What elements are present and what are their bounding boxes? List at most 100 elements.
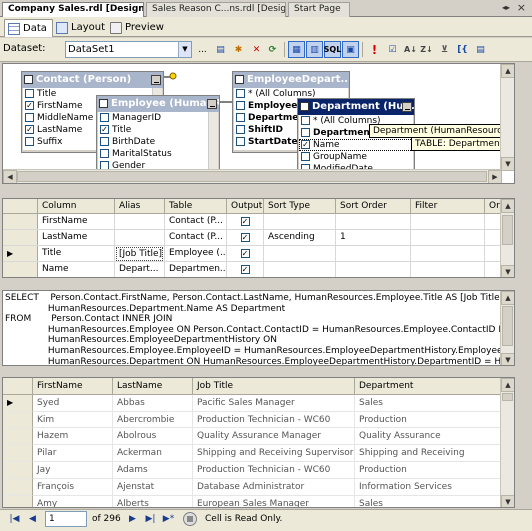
column-name[interactable]: ✓ Name bbox=[299, 139, 413, 151]
scroll-up-icon[interactable]: ▲ bbox=[501, 291, 514, 305]
criteria-cell-sort-type[interactable] bbox=[264, 214, 336, 229]
row-selector[interactable] bbox=[3, 461, 33, 479]
results-vertical-scrollbar[interactable]: ▲ ▼ bbox=[500, 378, 514, 507]
doc-tabs-scroll-icon[interactable]: ◂▸ bbox=[502, 3, 510, 12]
scroll-down-icon[interactable]: ▼ bbox=[501, 353, 514, 365]
criteria-cell-table[interactable]: Employee (... bbox=[165, 246, 227, 261]
results-cell[interactable]: Production Technician - WC60 bbox=[193, 461, 355, 479]
alias-edit-box[interactable]: [Job Title] bbox=[116, 247, 163, 261]
criteria-pane[interactable]: Column Alias Table Output Sort Type Sort… bbox=[2, 198, 515, 278]
checkbox-checked-icon[interactable]: ✓ bbox=[301, 140, 310, 149]
last-record-icon[interactable]: ▶| bbox=[143, 512, 158, 527]
results-cell[interactable]: Abbas bbox=[113, 394, 193, 412]
checkbox-icon[interactable] bbox=[100, 113, 109, 122]
close-document-icon[interactable]: × bbox=[517, 1, 526, 14]
criteria-cell-column[interactable]: Name bbox=[38, 262, 115, 277]
checkbox-icon[interactable] bbox=[100, 149, 109, 158]
run-icon[interactable]: ! bbox=[366, 41, 383, 58]
scroll-left-icon[interactable]: ◀ bbox=[3, 170, 17, 183]
results-cell[interactable]: Production bbox=[355, 411, 501, 429]
diagram-pane[interactable]: Contact (Person) Title ✓ FirstName Middle… bbox=[2, 63, 515, 184]
checkbox-checked-icon[interactable]: ✓ bbox=[240, 217, 250, 226]
criteria-cell-column[interactable]: FirstName bbox=[38, 214, 115, 229]
results-cell[interactable]: Shipping and Receiving Supervisor bbox=[193, 445, 355, 462]
vertical-scroll-thumb[interactable] bbox=[502, 306, 513, 346]
results-cell[interactable]: Shipping and Receiving bbox=[355, 445, 501, 462]
results-header-department[interactable]: Department bbox=[355, 378, 501, 394]
sort-descending-icon[interactable]: Z↓ bbox=[418, 41, 435, 58]
checkbox-checked-icon[interactable]: ✓ bbox=[240, 233, 250, 242]
row-selector[interactable] bbox=[3, 428, 33, 446]
checkbox-icon[interactable] bbox=[301, 152, 310, 161]
column-managerid[interactable]: ManagerID bbox=[98, 112, 218, 124]
criteria-header-column[interactable]: Column bbox=[38, 199, 115, 213]
criteria-row-current[interactable]: ▶ Title [Job Title] Employee (... ✓ bbox=[3, 246, 514, 262]
results-cell[interactable]: Pilar bbox=[33, 445, 113, 462]
group-by-icon[interactable]: [{ bbox=[454, 41, 471, 58]
show-diagram-pane-icon[interactable]: ▦ bbox=[288, 41, 305, 58]
criteria-row[interactable]: FirstName Contact (P... ✓ bbox=[3, 214, 514, 230]
criteria-cell-output[interactable]: ✓ bbox=[227, 214, 264, 229]
show-grid-pane-icon[interactable]: ▥ bbox=[306, 41, 323, 58]
results-row[interactable]: Amy Alberts European Sales Manager Sales bbox=[3, 495, 514, 507]
add-table-icon[interactable]: ▤ bbox=[472, 41, 489, 58]
doc-tab-company-sales[interactable]: Company Sales.rdl [Design]* bbox=[2, 2, 144, 18]
table-department-title[interactable]: Department (Hu... bbox=[298, 99, 414, 115]
row-selector[interactable] bbox=[3, 230, 38, 245]
doc-tab-start-page[interactable]: Start Page bbox=[288, 2, 350, 17]
criteria-cell-filter[interactable] bbox=[411, 214, 485, 229]
column-birthdate[interactable]: BirthDate bbox=[98, 136, 218, 148]
new-record-icon[interactable]: ▶* bbox=[161, 512, 176, 527]
results-cell[interactable]: Sales bbox=[355, 495, 501, 507]
scroll-up-icon[interactable]: ▲ bbox=[501, 199, 514, 213]
stop-icon[interactable] bbox=[183, 512, 197, 526]
row-selector[interactable] bbox=[3, 495, 33, 507]
results-cell[interactable]: Ackerman bbox=[113, 445, 193, 462]
checkbox-checked-icon[interactable]: ✓ bbox=[25, 125, 34, 134]
criteria-row[interactable]: Name Depart... Departmen... ✓ bbox=[3, 262, 514, 277]
criteria-cell-sort-type[interactable]: Ascending bbox=[264, 230, 336, 245]
results-cell[interactable]: Quality Assurance Manager bbox=[193, 428, 355, 446]
criteria-cell-output[interactable]: ✓ bbox=[227, 262, 264, 277]
checkbox-icon[interactable] bbox=[301, 128, 310, 137]
results-cell[interactable]: Abolrous bbox=[113, 428, 193, 446]
criteria-cell-column[interactable]: Title bbox=[38, 246, 115, 261]
results-row[interactable]: ▶ Syed Abbas Pacific Sales Manager Sales bbox=[3, 394, 514, 412]
criteria-cell-filter[interactable] bbox=[411, 262, 485, 277]
checkbox-checked-icon[interactable]: ✓ bbox=[25, 101, 34, 110]
scroll-up-icon[interactable]: ▲ bbox=[501, 378, 514, 392]
results-cell[interactable]: Syed bbox=[33, 394, 113, 412]
checkbox-icon[interactable] bbox=[301, 116, 310, 125]
results-cell[interactable]: Quality Assurance bbox=[355, 428, 501, 446]
results-cell[interactable]: Jay bbox=[33, 461, 113, 479]
results-row[interactable]: Jay Adams Production Technician - WC60 P… bbox=[3, 461, 514, 479]
criteria-cell-column[interactable]: LastName bbox=[38, 230, 115, 245]
row-selector[interactable] bbox=[3, 445, 33, 462]
results-pane[interactable]: FirstName LastName Job Title Department … bbox=[2, 377, 515, 508]
show-sql-pane-icon[interactable]: SQL bbox=[324, 41, 341, 58]
criteria-cell-filter[interactable] bbox=[411, 230, 485, 245]
results-cell[interactable]: Production bbox=[355, 461, 501, 479]
checkbox-icon[interactable] bbox=[236, 113, 245, 122]
column-maritalstatus[interactable]: MaritalStatus bbox=[98, 148, 218, 160]
row-selector[interactable] bbox=[3, 478, 33, 496]
results-cell[interactable]: Ajenstat bbox=[113, 478, 193, 496]
criteria-cell-sort-order[interactable] bbox=[336, 246, 411, 261]
checkbox-icon[interactable] bbox=[100, 137, 109, 146]
next-record-icon[interactable]: ▶ bbox=[125, 512, 140, 527]
scroll-down-icon[interactable]: ▼ bbox=[501, 157, 514, 171]
remove-filter-icon[interactable]: ⊻ bbox=[436, 41, 453, 58]
results-cell[interactable]: Production Technician - WC60 bbox=[193, 411, 355, 429]
results-cell[interactable]: Alberts bbox=[113, 495, 193, 507]
results-header-firstname[interactable]: FirstName bbox=[33, 378, 113, 394]
sql-text[interactable]: SELECT Person.Contact.FirstName, Person.… bbox=[3, 291, 514, 365]
first-record-icon[interactable]: |◀ bbox=[7, 512, 22, 527]
refresh-fields-icon[interactable]: ⟳ bbox=[264, 41, 281, 58]
criteria-header-table[interactable]: Table bbox=[165, 199, 227, 213]
results-row[interactable]: Pilar Ackerman Shipping and Receiving Su… bbox=[3, 445, 514, 462]
show-results-pane-icon[interactable]: ▣ bbox=[342, 41, 359, 58]
criteria-header-filter[interactable]: Filter bbox=[411, 199, 485, 213]
minimize-icon[interactable] bbox=[207, 99, 217, 109]
criteria-cell-alias[interactable]: Depart... bbox=[115, 262, 165, 277]
edit-dataset-icon[interactable]: ▤ bbox=[212, 41, 229, 58]
